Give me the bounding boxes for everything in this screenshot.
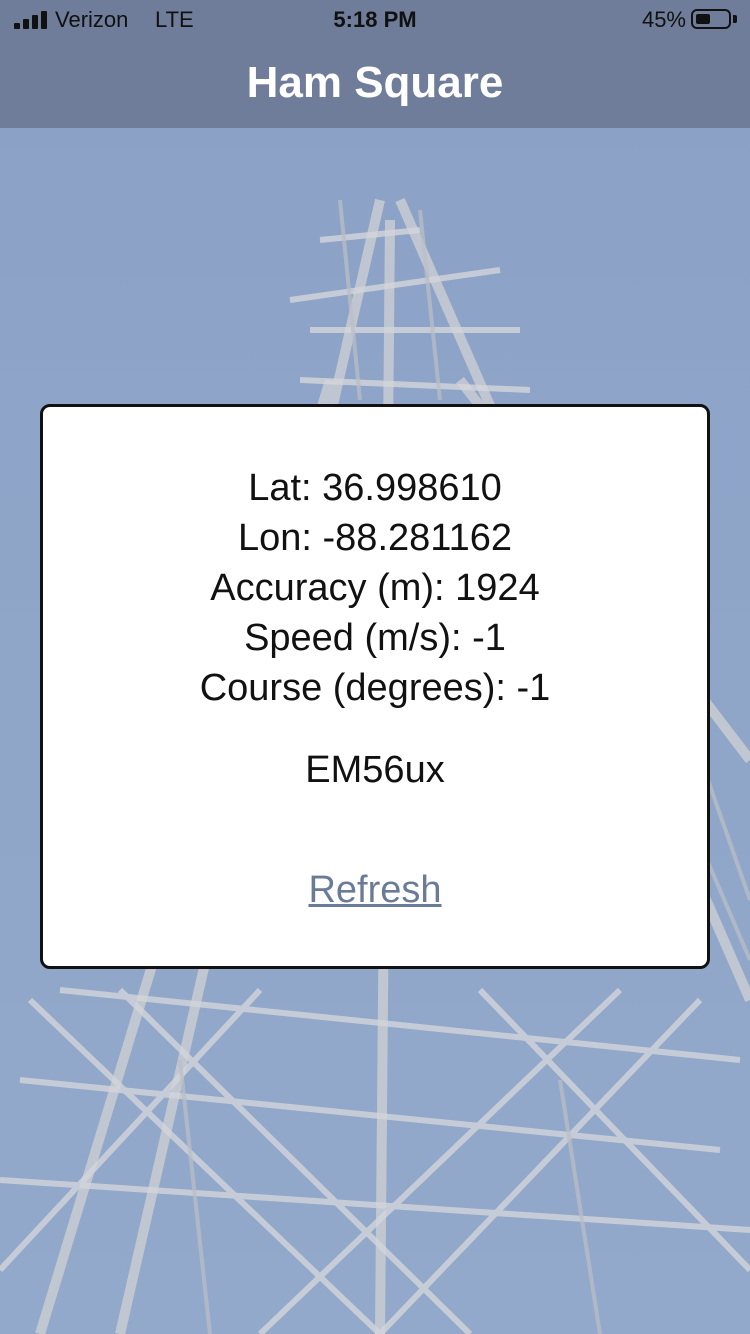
course-text: Course (degrees): -1 xyxy=(199,667,551,709)
refresh-button[interactable]: Refresh xyxy=(43,865,707,915)
status-time: 5:18 PM xyxy=(333,7,417,32)
battery-percent: 45% xyxy=(641,7,686,32)
speed-text: Speed (m/s): -1 xyxy=(244,617,506,659)
battery-fill xyxy=(696,14,710,24)
latitude-text: Lat: 36.998610 xyxy=(248,467,502,509)
battery-icon xyxy=(691,9,731,29)
nav-title: Ham Square xyxy=(246,58,504,107)
accuracy-text: Accuracy (m): 1924 xyxy=(210,567,540,609)
status-bar: Verizon LTE 5:18 PM 45% xyxy=(0,0,750,40)
longitude-text: Lon: -88.281162 xyxy=(238,517,512,559)
location-readout: Lat: 36.998610 Lon: -88.281162 Accuracy … xyxy=(43,463,707,713)
battery-cap xyxy=(733,15,737,23)
location-info-panel: Lat: 36.998610 Lon: -88.281162 Accuracy … xyxy=(40,404,710,969)
grid-square-locator: EM56ux xyxy=(305,749,445,791)
